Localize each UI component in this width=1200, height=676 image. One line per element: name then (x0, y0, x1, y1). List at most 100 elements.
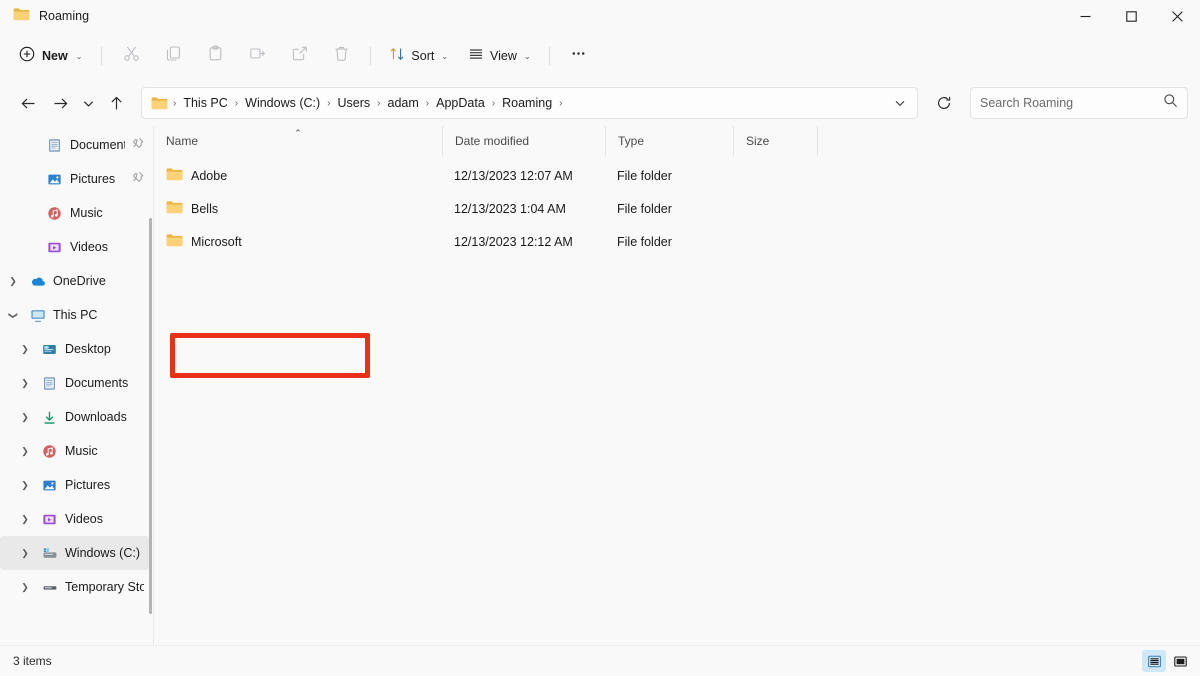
table-row[interactable]: Bells 12/13/2023 1:04 AM File folder (154, 192, 1200, 225)
address-bar[interactable]: › This PC › Windows (C:) › Users › adam … (141, 87, 918, 119)
pin-icon[interactable] (132, 136, 144, 154)
chevron-right-icon[interactable]: ❯ (16, 480, 34, 491)
toolbar-separator (370, 47, 371, 65)
view-lines-icon (468, 46, 484, 67)
sort-button[interactable]: Sort ⌄ (380, 40, 457, 72)
table-row[interactable]: Microsoft 12/13/2023 12:12 AM File folde… (154, 225, 1200, 258)
back-button[interactable] (12, 87, 44, 119)
search-input[interactable] (980, 96, 1163, 110)
column-header-date-modified[interactable]: Date modified (442, 126, 605, 156)
chevron-down-icon[interactable] (887, 90, 913, 116)
breadcrumb-item-adam[interactable]: adam (383, 93, 424, 113)
share-button[interactable] (279, 40, 319, 72)
sidebar-item-label: Music (65, 444, 98, 458)
command-toolbar: New ⌄ (0, 32, 1200, 80)
sidebar-item-videos-pinned[interactable]: Videos (0, 230, 150, 264)
sidebar-item-music[interactable]: ❯ Music (0, 434, 150, 468)
sidebar-item-videos[interactable]: ❯ Videos (0, 502, 150, 536)
sidebar-item-windows-c[interactable]: ❯ Windows (C:) (0, 536, 150, 570)
file-rows: Adobe 12/13/2023 12:07 AM File folder (154, 156, 1200, 645)
chevron-right-icon[interactable]: ❯ (16, 548, 34, 559)
chevron-right-icon[interactable]: ❯ (4, 276, 22, 287)
sidebar-item-label: Videos (65, 512, 103, 526)
thispc-icon (29, 308, 46, 323)
documents-icon (46, 138, 63, 153)
sidebar-item-pictures[interactable]: ❯ Pictures (0, 468, 150, 502)
large-icons-view-icon[interactable] (1168, 650, 1192, 672)
minimize-icon[interactable] (1062, 0, 1108, 32)
breadcrumb-item-appdata[interactable]: AppData (431, 93, 490, 113)
maximize-icon[interactable] (1108, 0, 1154, 32)
breadcrumb-item-roaming[interactable]: Roaming (497, 93, 557, 113)
search-box[interactable] (970, 87, 1188, 119)
breadcrumb-item-windows-c[interactable]: Windows (C:) (240, 93, 325, 113)
cut-button[interactable] (111, 40, 151, 72)
chevron-right-icon[interactable]: ❯ (16, 582, 34, 593)
breadcrumb-item-users[interactable]: Users (333, 93, 376, 113)
trash-icon (333, 45, 350, 67)
sidebar-item-desktop[interactable]: ❯ Desktop (0, 332, 150, 366)
drive-plain-icon (41, 580, 58, 595)
chevron-right-icon[interactable]: ❯ (16, 412, 34, 423)
close-icon[interactable] (1154, 0, 1200, 32)
sidebar-item-music-pinned[interactable]: Music (0, 196, 150, 230)
sidebar-item-documents-pinned[interactable]: Documents (0, 128, 150, 162)
column-header-filler (817, 126, 1200, 156)
navigation-pane-scrollbar[interactable] (149, 218, 152, 614)
file-list-pane: Name ⌃ Date modified Type Size (154, 126, 1200, 645)
breadcrumb-item-this-pc[interactable]: This PC (178, 93, 232, 113)
sidebar-item-downloads[interactable]: ❯ Downloads (0, 400, 150, 434)
delete-button[interactable] (321, 40, 361, 72)
item-count-label: 3 items (13, 654, 52, 668)
navigation-pane[interactable]: Documents Pictures (0, 126, 153, 645)
sidebar-item-this-pc[interactable]: ❯ This PC (0, 298, 150, 332)
sidebar-item-label: Documents (70, 138, 125, 152)
rename-button[interactable] (237, 40, 277, 72)
address-bar-actions (887, 90, 913, 116)
file-name-cell: Bells (154, 200, 442, 217)
onedrive-icon (29, 274, 46, 289)
sort-arrows-icon (389, 46, 405, 67)
chevron-right-icon[interactable]: ❯ (16, 446, 34, 457)
breadcrumb-separator: › (171, 98, 178, 109)
window-title: Roaming (39, 9, 89, 23)
table-row[interactable]: Adobe 12/13/2023 12:07 AM File folder (154, 159, 1200, 192)
sidebar-item-documents[interactable]: ❯ Documents (0, 366, 150, 400)
ellipsis-icon (570, 45, 587, 67)
sidebar-item-label: Temporary Stor (65, 580, 144, 594)
sidebar-item-temporary-storage[interactable]: ❯ Temporary Stor (0, 570, 150, 604)
chevron-right-icon[interactable]: ❯ (16, 344, 34, 355)
view-toggle-group (1142, 650, 1192, 672)
chevron-right-icon[interactable]: ❯ (16, 514, 34, 525)
view-button[interactable]: View ⌄ (459, 40, 540, 72)
file-name: Bells (191, 202, 218, 216)
chevron-right-icon[interactable]: ❯ (16, 378, 34, 389)
explorer-body: Documents Pictures (0, 126, 1200, 645)
new-button[interactable]: New ⌄ (12, 40, 92, 72)
date-modified-cell: 12/13/2023 12:12 AM (442, 235, 605, 249)
sidebar-item-label: Windows (C:) (65, 546, 140, 560)
rename-icon (249, 45, 266, 67)
paste-button[interactable] (195, 40, 235, 72)
chevron-down-icon[interactable]: ❯ (8, 306, 19, 324)
details-view-icon[interactable] (1142, 650, 1166, 672)
view-button-label: View (490, 49, 517, 63)
up-button[interactable] (100, 87, 132, 119)
folder-icon (166, 200, 183, 217)
recent-locations-button[interactable] (76, 87, 100, 119)
sidebar-item-onedrive[interactable]: ❯ OneDrive (0, 264, 150, 298)
address-folder-icon (151, 96, 168, 110)
forward-button[interactable] (44, 87, 76, 119)
chevron-down-icon: ⌄ (441, 52, 448, 61)
column-header-size[interactable]: Size (733, 126, 817, 156)
share-icon (291, 45, 308, 67)
column-header-type[interactable]: Type (605, 126, 733, 156)
column-header-name[interactable]: Name ⌃ (154, 126, 442, 156)
copy-icon (165, 45, 182, 67)
pin-icon[interactable] (132, 170, 144, 188)
more-options-button[interactable] (559, 40, 599, 72)
refresh-button[interactable] (928, 87, 960, 119)
sidebar-item-pictures-pinned[interactable]: Pictures (0, 162, 150, 196)
copy-button[interactable] (153, 40, 193, 72)
date-modified-cell: 12/13/2023 1:04 AM (442, 202, 605, 216)
